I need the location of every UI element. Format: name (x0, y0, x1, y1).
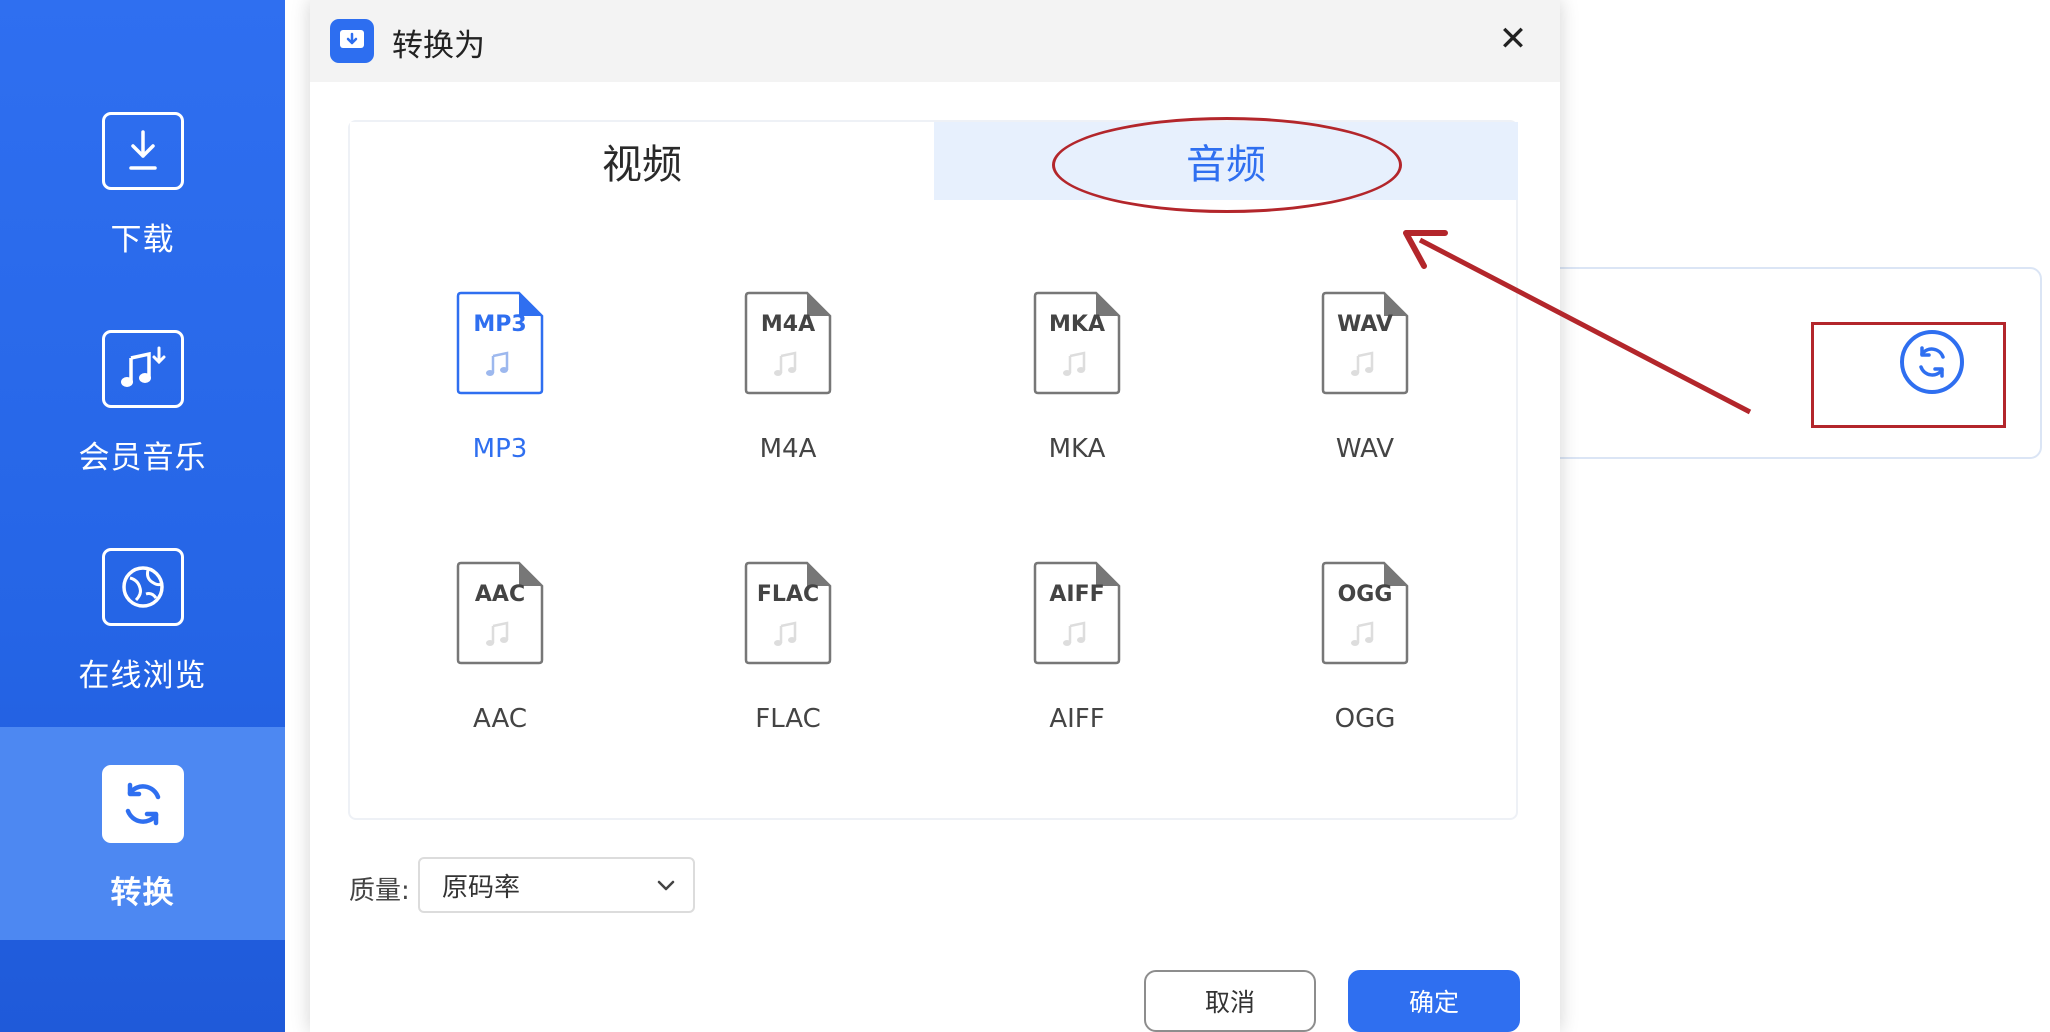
sidebar-item-convert[interactable]: 转换 (0, 727, 285, 940)
file-type-text: AAC (474, 582, 526, 607)
file-type-text: MKA (1049, 312, 1105, 337)
globe-icon (101, 548, 184, 626)
quality-label: 质量: (349, 876, 410, 906)
audio-file-icon: AAC (455, 560, 545, 666)
sidebar-item-download[interactable]: 下载 (0, 112, 285, 259)
format-option-aac[interactable]: AAC AAC (400, 560, 600, 734)
close-button[interactable]: ✕ (1488, 14, 1538, 64)
file-type-text: MP3 (473, 312, 527, 337)
audio-file-icon: OGG (1320, 560, 1410, 666)
music-download-icon (101, 330, 184, 408)
file-type-text: M4A (760, 312, 816, 337)
cancel-button[interactable]: 取消 (1144, 970, 1316, 1032)
format-option-mp3[interactable]: MP3 MP3 (400, 290, 600, 464)
quality-select[interactable]: 原码率 (418, 857, 695, 913)
format-option-aiff[interactable]: AIFF AIFF (977, 560, 1177, 734)
cancel-button-label: 取消 (1204, 988, 1255, 1017)
tab-label: 视频 (602, 142, 682, 188)
format-option-ogg[interactable]: OGG OGG (1265, 560, 1465, 734)
format-label: MP3 (472, 434, 528, 464)
format-option-m4a[interactable]: M4A M4A (688, 290, 888, 464)
annotation-ellipse (1052, 117, 1402, 213)
format-option-wav[interactable]: WAV WAV (1265, 290, 1465, 464)
dialog-title: 转换为 (392, 28, 485, 64)
file-type-text: AIFF (1049, 582, 1105, 607)
sidebar-item-label: 转换 (110, 875, 175, 911)
format-label: WAV (1335, 434, 1395, 464)
format-label: OGG (1334, 704, 1396, 734)
quality-value: 原码率 (442, 872, 521, 903)
format-label: MKA (1048, 434, 1106, 464)
audio-file-icon: M4A (743, 290, 833, 396)
annotation-highlight-box (1811, 322, 2006, 428)
ok-button-label: 确定 (1408, 988, 1459, 1017)
convert-icon (101, 765, 184, 843)
sidebar-item-label: 下载 (110, 222, 175, 258)
format-label: FLAC (755, 704, 821, 734)
audio-file-icon: MP3 (455, 290, 545, 396)
format-label: AIFF (1049, 704, 1105, 734)
sidebar-item-label: 在线浏览 (78, 658, 207, 694)
ok-button[interactable]: 确定 (1348, 970, 1520, 1032)
download-icon (101, 112, 184, 190)
sidebar-item-label: 会员音乐 (78, 440, 207, 476)
format-label: M4A (759, 434, 817, 464)
dialog-header: 转换为 ✕ (310, 0, 1560, 82)
sidebar-item-music[interactable]: 会员音乐 (0, 330, 285, 477)
audio-file-icon: MKA (1032, 290, 1122, 396)
file-type-text: WAV (1337, 312, 1393, 337)
format-option-flac[interactable]: FLAC FLAC (688, 560, 888, 734)
audio-file-icon: WAV (1320, 290, 1410, 396)
audio-file-icon: FLAC (743, 560, 833, 666)
close-icon: ✕ (1498, 19, 1528, 59)
format-option-mka[interactable]: MKA MKA (977, 290, 1177, 464)
sidebar: 下载 会员音乐 在线浏览 转换 (0, 0, 285, 1032)
format-label: AAC (473, 704, 527, 734)
app-logo-icon (330, 19, 374, 63)
format-panel: 视频 音频 MP3 MP3 M4A M4A MKA MKA WAV WAV AA… (348, 117, 1518, 820)
sidebar-item-browse[interactable]: 在线浏览 (0, 548, 285, 695)
tab-audio[interactable]: 音频 (934, 117, 1518, 213)
tab-bar: 视频 音频 (350, 117, 1518, 213)
tab-video[interactable]: 视频 (350, 122, 934, 200)
file-type-text: OGG (1337, 582, 1393, 607)
audio-file-icon: AIFF (1032, 560, 1122, 666)
file-type-text: FLAC (756, 582, 820, 607)
format-grid: MP3 MP3 M4A M4A MKA MKA WAV WAV AAC AAC … (350, 290, 1518, 770)
chevron-down-icon (657, 880, 675, 891)
convert-dialog: 转换为 ✕ 视频 音频 MP3 MP3 M4A M4A MKA MKA WAV … (310, 0, 1560, 1032)
